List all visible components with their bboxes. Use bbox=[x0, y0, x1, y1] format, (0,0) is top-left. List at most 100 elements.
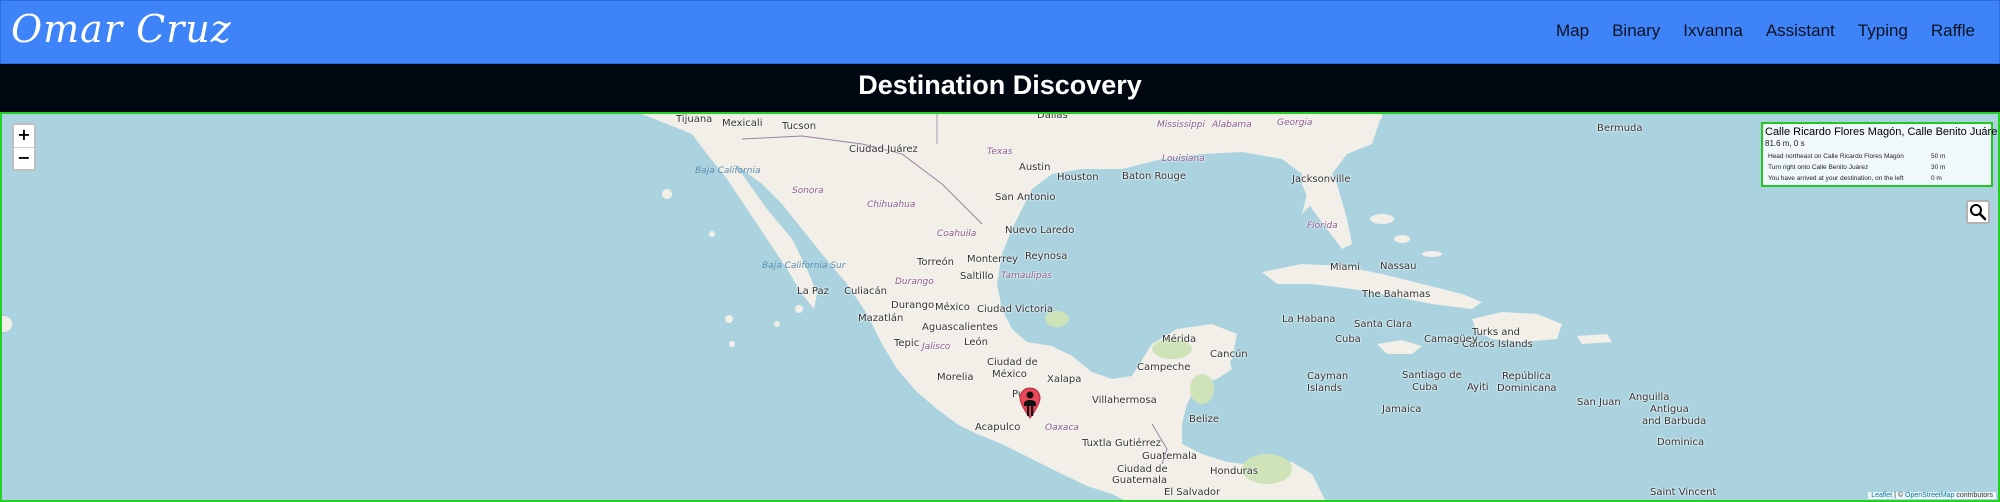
place-label: León bbox=[964, 337, 989, 348]
place-label: México bbox=[935, 302, 970, 313]
attribution-contributors: contributors bbox=[1954, 492, 1993, 499]
place-label: Bermuda bbox=[1597, 123, 1643, 134]
place-label: Culiacán bbox=[844, 286, 887, 297]
route-steps: Head northeast on Calle Ricardo Flores M… bbox=[1765, 151, 1989, 184]
place-label: San Antonio bbox=[995, 192, 1056, 203]
place-label: Dominicana bbox=[1497, 383, 1557, 394]
route-step-instruction: Turn right onto Calle Benito Juárez bbox=[1768, 164, 1869, 171]
place-label: Camagüey bbox=[1424, 334, 1478, 345]
place-label: Ciudad Victoria bbox=[977, 304, 1054, 315]
place-label: Guatemala bbox=[1112, 475, 1168, 486]
place-label: Coahuila bbox=[937, 229, 977, 239]
routing-panel[interactable]: Calle Ricardo Flores Magón, Calle Benito… bbox=[1761, 122, 2000, 187]
place-label: Durango bbox=[895, 277, 934, 287]
place-label: Ayiti bbox=[1467, 382, 1489, 393]
brand-logo[interactable]: Omar Cruz bbox=[11, 7, 232, 51]
place-label: The Bahamas bbox=[1362, 289, 1431, 300]
place-label: Ciudad Juárez bbox=[849, 144, 918, 155]
place-label: El Salvador bbox=[1164, 487, 1221, 498]
page-title: Destination Discovery bbox=[858, 70, 1142, 100]
route-step-distance: 30 m bbox=[1931, 164, 1946, 171]
nav-links: Map Binary Ixvanna Assistant Typing Raff… bbox=[1533, 21, 1975, 41]
place-label: Santiago de bbox=[1402, 370, 1462, 381]
zoom-out-button[interactable]: − bbox=[14, 147, 34, 169]
nav-link-raffle[interactable]: Raffle bbox=[1931, 21, 1975, 41]
route-step[interactable]: Turn right onto Calle Benito Juárez 30 m bbox=[1765, 162, 1989, 173]
place-label: Jalisco bbox=[922, 342, 951, 352]
place-label: Mexicali bbox=[722, 118, 763, 129]
place-label: Cancún bbox=[1210, 349, 1248, 360]
place-label: Georgia bbox=[1277, 118, 1313, 128]
nav-link-map[interactable]: Map bbox=[1556, 21, 1589, 41]
nav-link-binary[interactable]: Binary bbox=[1612, 21, 1660, 41]
place-label: Louisiana bbox=[1162, 154, 1205, 164]
place-label: Villahermosa bbox=[1092, 395, 1157, 406]
place-label: Baja California bbox=[695, 166, 761, 176]
place-label: Aguascalientes bbox=[922, 322, 998, 333]
place-label: Anguilla bbox=[1629, 392, 1670, 403]
place-label: Xalapa bbox=[1047, 374, 1082, 385]
route-step[interactable]: You have arrived at your destination, on… bbox=[1765, 173, 1989, 184]
place-label: Tucson bbox=[782, 121, 817, 132]
attribution-separator: | © bbox=[1892, 492, 1906, 499]
place-label: La Habana bbox=[1282, 314, 1336, 325]
osm-link[interactable]: OpenStreetMap bbox=[1905, 492, 1954, 499]
place-label: Oaxaca bbox=[1045, 423, 1079, 433]
navbar: Omar Cruz Map Binary Ixvanna Assistant T… bbox=[0, 0, 2000, 64]
route-step-instruction: Head northeast on Calle Ricardo Flores M… bbox=[1768, 153, 1904, 160]
place-label: Saint Vincent bbox=[1650, 487, 1717, 498]
place-label: Monterrey bbox=[967, 254, 1019, 265]
map-search-button[interactable] bbox=[1966, 200, 1990, 224]
place-label: Florida bbox=[1307, 221, 1338, 231]
place-label: Chihuahua bbox=[867, 200, 916, 210]
place-label: Antigua bbox=[1650, 404, 1689, 415]
place-label: Guatemala bbox=[1142, 451, 1198, 462]
place-label: Baton Rouge bbox=[1122, 171, 1186, 182]
place-label: Turks and bbox=[1472, 327, 1521, 338]
map-attribution: Leaflet | © OpenStreetMap contributors bbox=[1868, 492, 1996, 499]
place-label: Texas bbox=[987, 147, 1013, 157]
place-label: Tijuana bbox=[676, 114, 713, 125]
place-label: Belize bbox=[1189, 414, 1219, 425]
place-label: Ciudad de bbox=[1117, 464, 1168, 475]
place-label: Campeche bbox=[1137, 362, 1191, 373]
place-label: Nassau bbox=[1380, 261, 1417, 272]
place-label: and Barbuda bbox=[1642, 416, 1707, 427]
place-label: Houston bbox=[1057, 172, 1099, 183]
route-step-distance: 50 m bbox=[1931, 153, 1946, 160]
place-label: Tamaulipas bbox=[1001, 271, 1052, 281]
zoom-in-button[interactable]: + bbox=[14, 125, 34, 147]
place-label: Tepic bbox=[894, 338, 920, 349]
place-label: Mérida bbox=[1162, 334, 1197, 345]
route-title: Calle Ricardo Flores Magón, Calle Benito… bbox=[1765, 126, 2000, 138]
nav-link-ixvanna[interactable]: Ixvanna bbox=[1683, 21, 1743, 41]
route-step-distance: 0 m bbox=[1931, 175, 1942, 182]
place-label: Jacksonville bbox=[1292, 174, 1351, 185]
place-label: Nuevo Laredo bbox=[1005, 225, 1075, 236]
place-label: Morelia bbox=[937, 372, 974, 383]
nav-link-assistant[interactable]: Assistant bbox=[1766, 21, 1835, 41]
leaflet-link[interactable]: Leaflet bbox=[1871, 492, 1892, 499]
place-label: Santa Clara bbox=[1354, 319, 1413, 330]
place-label: Honduras bbox=[1210, 466, 1259, 477]
map-container[interactable]: Tijuana Mexicali Tucson Ciudad Juárez Da… bbox=[0, 112, 2000, 502]
place-label: Austin bbox=[1019, 162, 1051, 173]
location-marker-icon[interactable] bbox=[1019, 386, 1041, 420]
place-label: Torreón bbox=[917, 257, 954, 268]
place-label: Reynosa bbox=[1025, 251, 1068, 262]
place-label: Jamaica bbox=[1382, 404, 1422, 415]
zoom-control: + − bbox=[12, 123, 36, 171]
place-label: Alabama bbox=[1212, 120, 1252, 130]
route-step[interactable]: Head northeast on Calle Ricardo Flores M… bbox=[1765, 151, 1989, 162]
place-label: Cayman bbox=[1307, 371, 1349, 382]
route-summary: 81.6 m, 0 s bbox=[1765, 139, 1805, 148]
title-bar: Destination Discovery bbox=[0, 64, 2000, 112]
place-label: México bbox=[992, 369, 1027, 380]
place-label: Sonora bbox=[792, 186, 824, 196]
place-label: República bbox=[1502, 371, 1551, 382]
search-icon bbox=[1970, 204, 1987, 221]
place-label: Durango bbox=[891, 300, 935, 311]
place-label: Cuba bbox=[1412, 382, 1438, 393]
place-label: Mazatlán bbox=[858, 313, 904, 324]
nav-link-typing[interactable]: Typing bbox=[1858, 21, 1908, 41]
